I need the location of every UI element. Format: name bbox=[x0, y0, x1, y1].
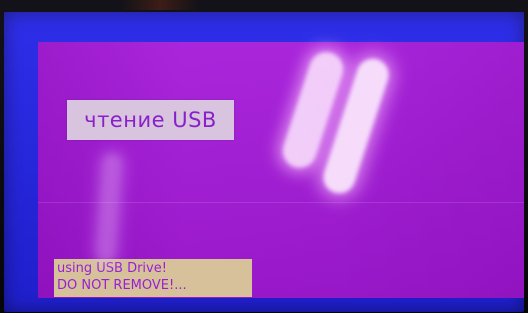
background-glint bbox=[120, 0, 200, 10]
warning-message-box: using USB Drive! DO NOT REMOVE!... bbox=[54, 259, 252, 297]
lcd-screen: чтение USB using USB Drive! DO NOT REMOV… bbox=[38, 42, 524, 298]
status-label-box: чтение USB bbox=[67, 100, 234, 140]
warning-line-2: DO NOT REMOVE!... bbox=[57, 278, 187, 293]
screen-glare-faint bbox=[96, 153, 122, 263]
device-photo: чтение USB using USB Drive! DO NOT REMOV… bbox=[0, 0, 528, 313]
lcd-bezel: чтение USB using USB Drive! DO NOT REMOV… bbox=[4, 12, 524, 312]
warning-line-1: using USB Drive! bbox=[57, 261, 167, 276]
status-label: чтение USB bbox=[84, 108, 217, 132]
